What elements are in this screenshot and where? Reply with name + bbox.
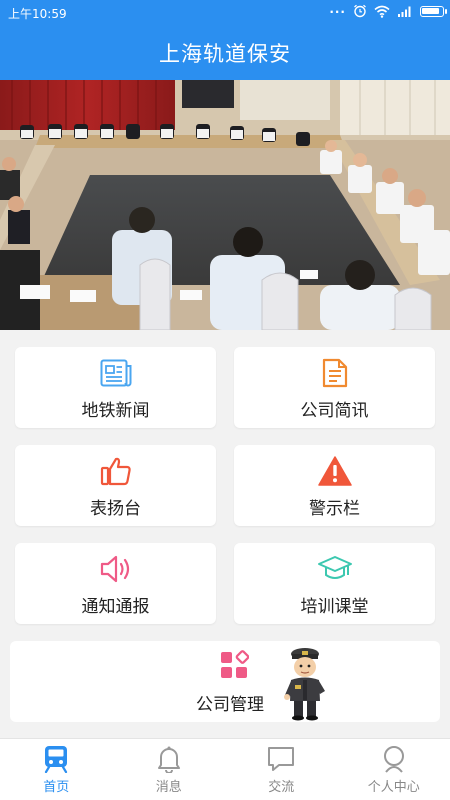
- tab-home[interactable]: 首页: [0, 739, 113, 800]
- praise-card-label: 表扬台: [90, 499, 141, 519]
- status-icons: ...: [329, 2, 447, 18]
- company-management-card[interactable]: 公司管理: [10, 641, 440, 722]
- bell-icon: [157, 746, 180, 773]
- app-title-bar: 上海轨道保安: [0, 26, 450, 80]
- notice-card-label: 通知通报: [81, 597, 150, 617]
- warning-card-label: 警示栏: [309, 499, 360, 519]
- document-icon: [322, 358, 347, 388]
- training-card[interactable]: 培训课堂: [234, 543, 435, 624]
- apps-grid-icon: [221, 650, 249, 678]
- meeting-banner-image[interactable]: [0, 80, 450, 330]
- news-card-label: 地铁新闻: [81, 401, 150, 421]
- speaker-icon: [100, 555, 129, 583]
- page-title: 上海轨道保安: [159, 42, 291, 66]
- warning-icon: [317, 456, 352, 486]
- tab-messages[interactable]: 消息: [113, 739, 226, 800]
- more-dots-icon: ...: [329, 2, 346, 16]
- tab-discussion[interactable]: 交流: [225, 739, 338, 800]
- training-card-label: 培训课堂: [300, 597, 369, 617]
- banner-illustration: [0, 80, 450, 330]
- tab-home-label: 首页: [43, 780, 70, 795]
- company-management-label: 公司管理: [196, 695, 264, 715]
- company-brief-card[interactable]: 公司简讯: [234, 347, 435, 428]
- tab-discussion-label: 交流: [268, 780, 295, 795]
- tab-profile[interactable]: 个人中心: [338, 739, 450, 800]
- security-guard-mascot: [284, 648, 325, 721]
- tab-profile-label: 个人中心: [367, 780, 420, 795]
- thumbs-up-icon: [100, 457, 131, 486]
- newspaper-icon: [100, 359, 131, 387]
- battery-icon: [420, 5, 447, 17]
- graduation-cap-icon: [317, 556, 352, 579]
- metro-train-icon: [45, 746, 68, 773]
- news-card[interactable]: 地铁新闻: [15, 347, 216, 428]
- signal-icon: [398, 6, 411, 17]
- tab-messages-label: 消息: [155, 780, 182, 795]
- alarm-icon: [354, 4, 366, 18]
- person-icon: [383, 746, 404, 773]
- chat-bubble-icon: [268, 747, 295, 771]
- warning-card[interactable]: 警示栏: [234, 445, 435, 526]
- status-time: 上午10:59: [8, 7, 67, 21]
- wifi-icon: [374, 5, 390, 18]
- bottom-tab-bar: 首页 消息 交流 个人中心: [0, 738, 450, 800]
- notice-card[interactable]: 通知通报: [15, 543, 216, 624]
- praise-card[interactable]: 表扬台: [15, 445, 216, 526]
- company-brief-card-label: 公司简讯: [300, 401, 369, 421]
- status-bar: 上午10:59 ...: [0, 0, 450, 26]
